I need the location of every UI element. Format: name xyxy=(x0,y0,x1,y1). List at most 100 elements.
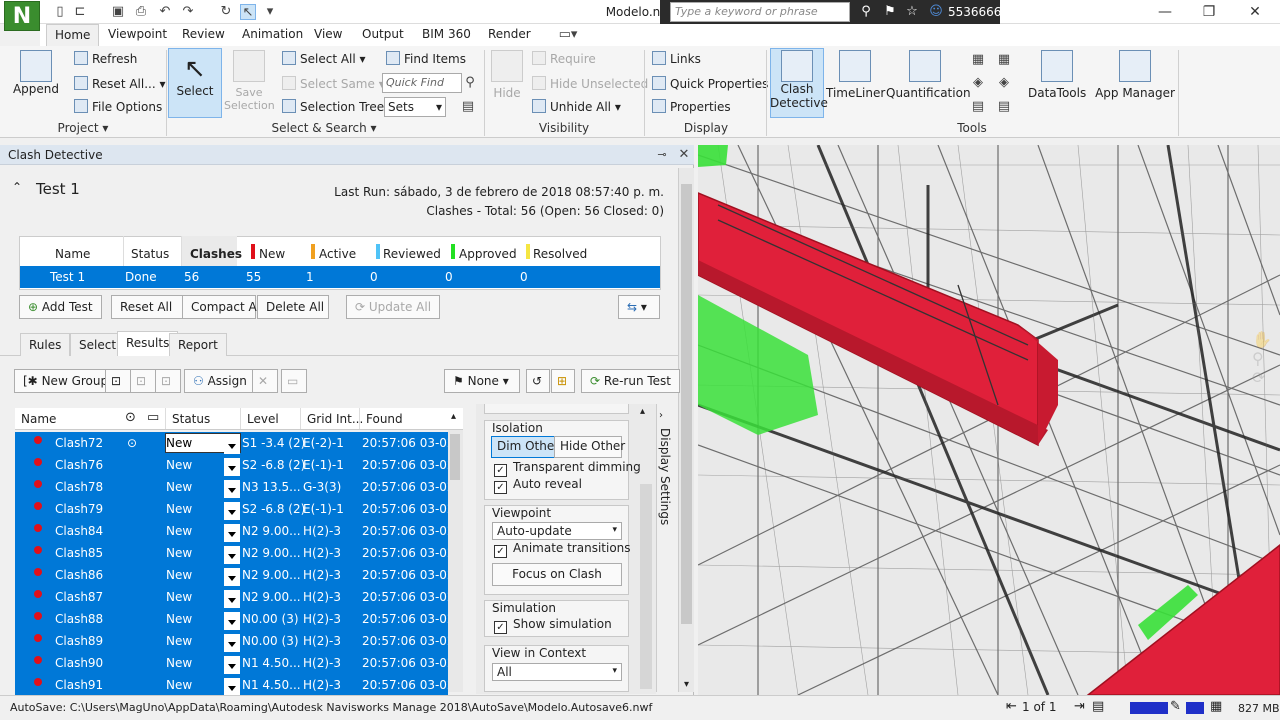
table-row[interactable]: Clash91 New N1 4.50... H(2)-3 20:57:06 03-02… xyxy=(15,674,459,698)
col-reviewed[interactable]: Reviewed xyxy=(383,247,441,261)
status-dropdown-icon[interactable] xyxy=(224,634,240,654)
properties-button[interactable]: Properties xyxy=(652,99,731,114)
table-row[interactable]: Clash84 New N2 9.00... H(2)-3 20:57:06 03-02… xyxy=(15,520,459,544)
file-options-button[interactable]: File Options xyxy=(74,99,162,114)
close-button[interactable]: ✕ xyxy=(1240,2,1270,22)
table-row[interactable]: Clash89 New N0.00 (3) H(2)-3 20:57:06 03-02- xyxy=(15,630,459,654)
table-row[interactable]: Clash90 New N1 4.50... H(2)-3 20:57:06 03-02… xyxy=(15,652,459,676)
focus-on-clash-button[interactable]: Focus on Clash xyxy=(492,563,622,586)
compact-all-button[interactable]: Compact All xyxy=(182,295,263,319)
col-new[interactable]: New xyxy=(259,247,285,261)
animate-transitions-checkbox[interactable]: ✓ Animate transitions xyxy=(494,541,631,558)
status-dropdown-icon[interactable] xyxy=(224,436,240,456)
unassign-icon[interactable]: ✕ xyxy=(252,369,278,393)
app-manager-button[interactable]: App Manager xyxy=(1094,50,1176,100)
tab-output[interactable]: Output xyxy=(354,24,412,46)
grid-scroll-thumb[interactable] xyxy=(450,434,460,480)
assign-button[interactable]: ⚇ Assign xyxy=(184,369,256,393)
save-icon[interactable]: ▣ xyxy=(110,4,126,20)
reset-all-tests-button[interactable]: Reset All xyxy=(111,295,183,319)
append-button[interactable]: Append xyxy=(10,50,62,96)
tool-icon-2[interactable]: ▦ xyxy=(996,52,1012,68)
tool-icon-6[interactable]: ▤ xyxy=(996,99,1012,115)
undo-icon[interactable]: ↶ xyxy=(157,4,173,20)
search-input[interactable]: Type a keyword or phrase xyxy=(670,2,850,22)
transparent-dimming-checkbox[interactable]: ✓ Transparent dimming xyxy=(494,460,641,477)
col-clashes[interactable]: Clashes xyxy=(181,236,242,266)
help-icon[interactable]: ? xyxy=(1084,4,1100,20)
links-button[interactable]: Links xyxy=(652,51,701,66)
add-test-button[interactable]: ⊕ Add Test xyxy=(19,295,102,319)
minimize-button[interactable]: — xyxy=(1150,2,1180,22)
table-row[interactable]: Clash88 New N0.00 (3) H(2)-3 20:57:06 03-02- xyxy=(15,608,459,632)
tab-render[interactable]: Render xyxy=(480,24,539,46)
col-found[interactable]: Found xyxy=(359,408,403,429)
status-dropdown-icon[interactable] xyxy=(224,458,240,478)
grid-scroll-up-icon[interactable]: ▴ xyxy=(451,411,456,422)
subscription-icon[interactable]: ⚑ xyxy=(882,4,898,20)
select-cursor-icon[interactable]: ↖ xyxy=(240,4,256,20)
navigation-bar[interactable]: ✋ ⚲ ⟳ xyxy=(1252,330,1276,430)
select-same-button[interactable]: Select Same ▾ xyxy=(282,76,385,91)
table-row[interactable]: Clash76 New S2 -6.8 (2) E(-1)-1 20:57:06 03-… xyxy=(15,454,459,478)
reset-all-button[interactable]: Reset All... ▾ xyxy=(74,76,166,91)
panel-scrollbar[interactable] xyxy=(678,168,694,692)
explode-group-icon[interactable]: ⊡ xyxy=(130,369,156,393)
print-icon[interactable]: ⎙ xyxy=(133,4,149,20)
tool-icon-4[interactable]: ◈ xyxy=(996,75,1012,91)
binoculars-icon[interactable]: ⚲ xyxy=(858,4,874,20)
delete-all-button[interactable]: Delete All xyxy=(257,295,329,319)
last-page-icon[interactable]: ⇥ xyxy=(1074,699,1085,714)
col-grid[interactable]: Grid Int... xyxy=(300,408,363,429)
ribbon-options-icon[interactable]: ▭▾ xyxy=(556,27,580,43)
refresh-button[interactable]: Refresh xyxy=(74,51,137,66)
table-row[interactable]: Clash79 New S2 -6.8 (2) E(-1)-1 20:57:06 03-… xyxy=(15,498,459,522)
status-dropdown-icon[interactable] xyxy=(224,590,240,610)
col-clash-status[interactable]: Status xyxy=(165,408,210,429)
open-file-icon[interactable]: ⊏ xyxy=(72,4,88,20)
status-dropdown-icon[interactable] xyxy=(224,502,240,522)
rerun-test-button[interactable]: ⟳ Re-run Test xyxy=(581,369,680,393)
table-row[interactable]: Clash86 New N2 9.00... H(2)-3 20:57:06 03-02… xyxy=(15,564,459,588)
auto-reveal-checkbox[interactable]: ✓ Auto reveal xyxy=(494,477,582,494)
table-row[interactable]: Clash78 New N3 13.5... G-3(3) 20:57:06 03-02… xyxy=(15,476,459,500)
save-selection-button[interactable]: Save Selection xyxy=(224,50,275,112)
new-group-button[interactable]: [✱ New Group xyxy=(14,369,118,393)
timeliner-button[interactable]: TimeLiner xyxy=(826,50,885,100)
project-group-label[interactable]: Project ▾ xyxy=(0,121,166,135)
cart-icon[interactable]: ⊞ xyxy=(1048,4,1064,20)
refresh-icon[interactable]: ↻ xyxy=(218,4,234,20)
first-page-icon[interactable]: ⇤ xyxy=(1006,699,1017,714)
status-dropdown-icon[interactable] xyxy=(224,612,240,632)
3d-viewport[interactable] xyxy=(698,145,1280,695)
new-file-icon[interactable]: ▯ xyxy=(52,4,68,20)
display-settings-tab[interactable]: Display Settings xyxy=(658,428,672,525)
view-in-context-dropdown[interactable]: All ▾ xyxy=(492,663,622,681)
test-row[interactable]: Test 1 Done 56 55 1 0 0 0 xyxy=(20,266,660,288)
tab-bim360[interactable]: BIM 360 xyxy=(414,24,479,46)
collapse-icon[interactable]: ⌃ xyxy=(12,180,22,194)
select-search-group-label[interactable]: Select & Search ▾ xyxy=(166,121,482,135)
scroll-thumb[interactable] xyxy=(681,184,692,624)
highlight-none-dropdown[interactable]: ⚑ None ▾ xyxy=(444,369,520,393)
collapse-settings-icon[interactable]: › xyxy=(659,410,663,421)
favorites-icon[interactable]: ☆ xyxy=(904,4,920,20)
col-name[interactable]: Name xyxy=(55,247,90,261)
settings-scrollbar[interactable] xyxy=(640,484,652,689)
status-dropdown-icon[interactable] xyxy=(224,568,240,588)
table-row[interactable]: Clash72 New S1 -3.4 (2) E(-2)-1 20:57:06 03-… xyxy=(15,432,459,456)
tab-animation[interactable]: Animation xyxy=(234,24,311,46)
tab-review[interactable]: Review xyxy=(174,24,233,46)
tool-icon-5[interactable]: ▤ xyxy=(970,99,986,115)
dim-other-button[interactable]: Dim Other xyxy=(491,436,559,458)
tool-icon-3[interactable]: ◈ xyxy=(970,75,986,91)
find-items-button[interactable]: Find Items xyxy=(386,51,466,66)
app-logo-button[interactable]: N xyxy=(4,1,40,31)
tab-report[interactable]: Report xyxy=(169,333,227,356)
panel-close-icon[interactable]: ✕ xyxy=(676,147,692,163)
compact-icon[interactable]: ⊞ xyxy=(551,369,575,393)
hide-other-button[interactable]: Hide Other xyxy=(554,436,625,458)
col-resolved[interactable]: Resolved xyxy=(533,247,587,261)
group-clashes-icon[interactable]: ⊡ xyxy=(105,369,131,393)
datatools-button[interactable]: DataTools xyxy=(1028,50,1086,100)
